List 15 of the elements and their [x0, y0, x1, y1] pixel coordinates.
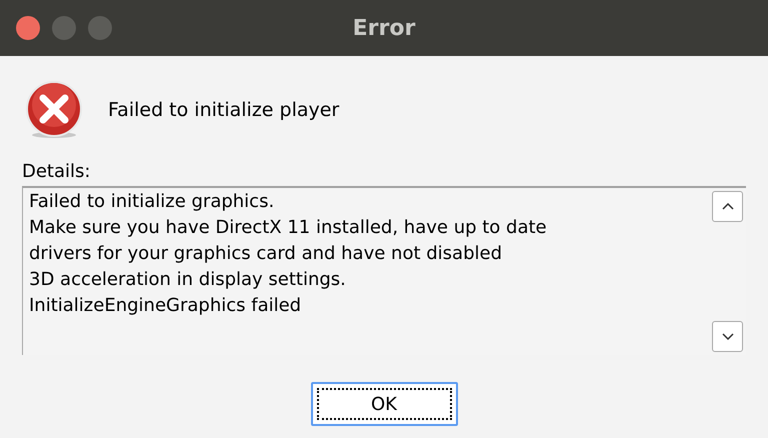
details-line: drivers for your graphics card and have not disabled — [29, 242, 502, 266]
up-caret-icon — [722, 203, 734, 210]
details-line: 3D acceleration in display settings. — [29, 268, 346, 292]
error-message: Failed to initialize player — [108, 98, 340, 123]
details-label: Details: — [22, 160, 90, 184]
scroll-down-button[interactable] — [712, 321, 743, 352]
details-line: Make sure you have DirectX 11 installed, have up to date — [29, 216, 547, 240]
scroll-up-button[interactable] — [712, 191, 743, 222]
down-caret-icon — [722, 333, 734, 340]
close-button[interactable] — [16, 16, 40, 40]
error-icon — [24, 80, 84, 140]
ok-button[interactable]: OK — [310, 382, 458, 426]
window-title: Error — [352, 14, 416, 42]
details-line: InitializeEngineGraphics failed — [29, 294, 302, 318]
details-line: Failed to initialize graphics. — [29, 190, 274, 214]
